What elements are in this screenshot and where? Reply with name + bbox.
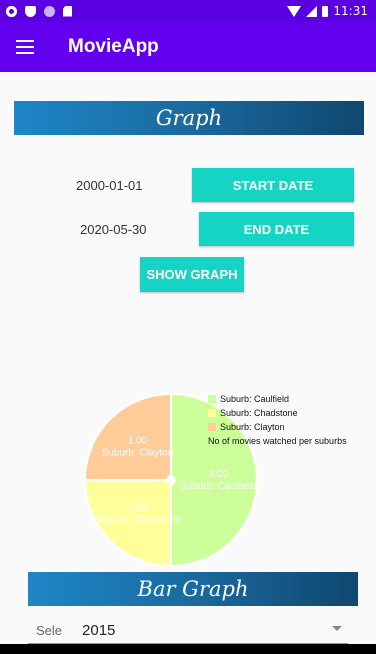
battery-icon: [322, 5, 329, 17]
signal-icon: [306, 5, 318, 17]
end-date-value: 2020-05-30: [80, 222, 147, 237]
legend-swatch-1: [208, 409, 216, 417]
show-graph-button[interactable]: SHOW GRAPH: [140, 257, 244, 292]
chart-legend: Suburb: Caulfield Suburb: Chadstone Suburb…: [208, 392, 347, 448]
status-time: 11:31: [333, 4, 368, 18]
pie-center-marker: [166, 475, 176, 485]
end-date-button[interactable]: END DATE: [199, 212, 354, 246]
legend-label-2: Suburb: Clayton: [220, 422, 285, 432]
pie-slice-value-1: 1.00: [128, 502, 148, 513]
status-right-icons: 11:31: [287, 4, 368, 18]
pie-slice-value-0: 2.00: [209, 469, 229, 480]
legend-label-1: Suburb: Chadstone: [220, 408, 298, 418]
pie-slice-label-1: Suburb: Chadstone: [94, 514, 181, 525]
system-nav-bar: [0, 644, 376, 654]
select-value: 2015: [82, 621, 116, 639]
wifi-icon: [287, 5, 302, 17]
pie-chart-container: 2.00 Suburb: Caulfield 1.00 Suburb: Chadsto…: [0, 380, 376, 570]
pie-slice-label-2: Suburb: Clayton: [102, 448, 174, 459]
legend-label-0: Suburb: Caulfield: [220, 394, 290, 404]
graph-section-title: Graph: [14, 101, 364, 135]
pie-slice-label-0: Suburb: Caulfield: [180, 481, 257, 492]
legend-item-0: Suburb: Caulfield: [208, 392, 347, 406]
shield-icon: [25, 5, 36, 17]
status-left-icons: [6, 5, 72, 17]
app-title: MovieApp: [68, 36, 159, 57]
legend-swatch-0: [208, 395, 216, 403]
chart-description: No of movies watched per suburbs: [208, 436, 347, 446]
start-date-button[interactable]: START DATE: [192, 168, 354, 202]
settings-icon: [6, 5, 17, 17]
start-date-value: 2000-01-01: [76, 178, 143, 193]
legend-item-1: Suburb: Chadstone: [208, 406, 347, 420]
circle-icon: [44, 5, 55, 17]
status-bar: 11:31: [0, 0, 376, 22]
sd-card-icon: [63, 5, 72, 17]
chevron-down-icon[interactable]: [332, 626, 342, 631]
bar-graph-section-title: Bar Graph: [28, 572, 358, 606]
select-label: Sele: [36, 622, 63, 638]
pie-slice-value-2: 1.00: [128, 436, 148, 447]
hamburger-menu-icon[interactable]: [16, 40, 34, 54]
app-bar: MovieApp: [0, 22, 376, 72]
year-select[interactable]: Sele 2015: [0, 616, 376, 644]
legend-swatch-2: [208, 423, 216, 431]
legend-item-2: Suburb: Clayton: [208, 420, 347, 434]
